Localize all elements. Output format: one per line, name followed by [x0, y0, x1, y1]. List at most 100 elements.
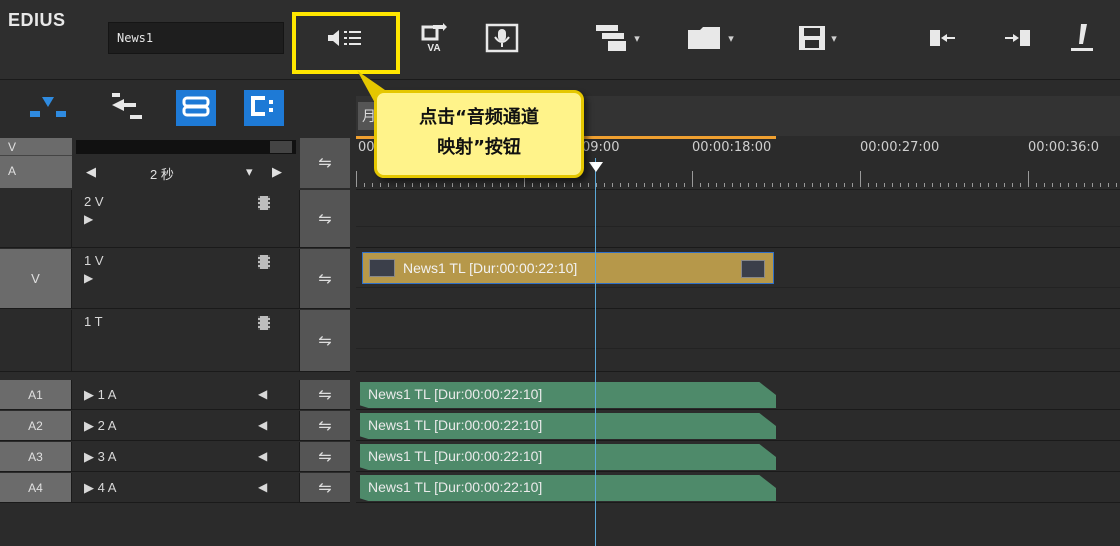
channel-cell[interactable]: A1 [0, 380, 72, 409]
track-swap-button[interactable]: ⇋ [300, 442, 350, 471]
sequence-name-field[interactable]: News1 [108, 22, 284, 54]
va-swap-button[interactable]: ⇋ [300, 138, 350, 188]
zoom-prev-button[interactable]: ◀ [86, 164, 96, 180]
channel-cell[interactable]: V [0, 249, 72, 308]
ruler-tick [596, 183, 597, 187]
ruler-tick [404, 183, 405, 187]
playhead-marker-icon[interactable] [589, 162, 603, 172]
speaker-icon[interactable]: ◀ [258, 480, 267, 494]
expand-arrow-icon[interactable]: ▶ [84, 418, 94, 433]
timeline-scroll-bar[interactable] [76, 140, 296, 154]
track-header-3a[interactable]: A3 ▶ 3 A ◀ ⇋ [0, 442, 350, 472]
swap-icon: ⇋ [318, 270, 332, 288]
ruler-tick [1044, 183, 1045, 187]
lane-divider [356, 226, 1120, 227]
track-name: 2 V [84, 194, 104, 209]
zoom-value[interactable]: 2 秒 [150, 164, 174, 183]
track-header-4a[interactable]: A4 ▶ 4 A ◀ ⇋ [0, 473, 350, 503]
ripple-button[interactable] [108, 90, 148, 126]
ruler-tick [932, 183, 933, 187]
video-clip[interactable]: News1 TL [Dur:00:00:22:10] [362, 252, 774, 284]
timecode-label: 00:00:36:0 [1028, 140, 1100, 155]
track-header-1v[interactable]: V 1 V ▶ ⇋ [0, 249, 350, 309]
audio-clip[interactable]: News1 TL [Dur:00:00:22:10] [360, 444, 776, 470]
mark-out-button[interactable] [996, 18, 1040, 58]
ruler-tick [1100, 183, 1101, 187]
track-label: 2 A [97, 418, 117, 433]
clip-menu-button[interactable]: ▾ [580, 18, 654, 58]
channel-cell[interactable]: A3 [0, 442, 72, 471]
link-icon [181, 95, 211, 122]
ruler-tick [628, 183, 629, 187]
video-track-icon[interactable] [258, 255, 270, 269]
lane-divider [356, 287, 1120, 288]
speaker-icon[interactable]: ◀ [258, 449, 267, 463]
voiceover-button[interactable] [480, 18, 524, 58]
folder-icon [686, 24, 724, 52]
track-header-1a[interactable]: A1 ▶ 1 A ◀ ⇋ [0, 380, 350, 410]
ruler-tick [508, 183, 509, 187]
audio-clip[interactable]: News1 TL [Dur:00:00:22:10] [360, 475, 776, 501]
track-name: ▶ 2 A [84, 418, 116, 434]
v-channel-label: V [0, 138, 72, 156]
timeline-scroll-thumb[interactable] [270, 141, 292, 153]
audio-clip[interactable]: News1 TL [Dur:00:00:22:10] [360, 413, 776, 439]
track-mode-button[interactable] [28, 90, 68, 126]
title-track-icon[interactable] [258, 316, 270, 330]
expand-arrow-icon[interactable]: ▶ [84, 271, 93, 285]
zoom-next-button[interactable]: ▶ [272, 164, 282, 180]
playhead-line[interactable] [595, 158, 596, 546]
expand-arrow-icon[interactable]: ▶ [84, 212, 93, 226]
zoom-dropdown[interactable]: ▾ [246, 164, 253, 180]
video-track-icon[interactable] [258, 196, 270, 210]
ruler-tick [884, 183, 885, 187]
clip-thumbnail [741, 260, 765, 278]
channel-cell [0, 190, 72, 247]
track-swap-button[interactable]: ⇋ [300, 380, 350, 409]
swap-icon: ⇋ [318, 448, 332, 466]
chevron-down-icon: ▾ [728, 32, 734, 45]
track-name: ▶ 1 A [84, 387, 116, 403]
ruler-tick [500, 183, 501, 187]
track-swap-button[interactable]: ⇋ [300, 310, 350, 371]
ruler-tick [964, 183, 965, 187]
save-menu-button[interactable]: ▾ [782, 18, 852, 58]
track-swap-button[interactable]: ⇋ [300, 249, 350, 308]
ruler-tick [1004, 183, 1005, 187]
track-header-2a[interactable]: A2 ▶ 2 A ◀ ⇋ [0, 411, 350, 441]
chevron-down-icon: ▾ [634, 32, 640, 45]
link-button[interactable] [176, 90, 216, 126]
track-header-1t[interactable]: 1 T ⇋ [0, 310, 350, 372]
marker-button[interactable] [1062, 18, 1102, 58]
channel-cell[interactable]: A4 [0, 473, 72, 502]
channel-cell[interactable]: A2 [0, 411, 72, 440]
track-swap-button[interactable]: ⇋ [300, 473, 350, 502]
track-swap-button[interactable]: ⇋ [300, 411, 350, 440]
mark-in-button[interactable] [920, 18, 964, 58]
timecode-label: 00:00:27:00 [860, 140, 940, 155]
expand-arrow-icon[interactable]: ▶ [84, 449, 94, 464]
swap-icon: ⇋ [318, 417, 332, 435]
lane-1t[interactable] [356, 310, 1120, 372]
expand-arrow-icon[interactable]: ▶ [84, 387, 94, 402]
lane-2v[interactable] [356, 190, 1120, 248]
ruler-tick [916, 183, 917, 187]
track-swap-button[interactable]: ⇋ [300, 190, 350, 247]
expand-arrow-icon[interactable]: ▶ [84, 480, 94, 495]
ruler-tick [796, 183, 797, 187]
ruler-tick [1116, 183, 1117, 187]
ruler-tick [900, 183, 901, 187]
speaker-icon[interactable]: ◀ [258, 418, 267, 432]
sync-lock-button[interactable] [244, 90, 284, 126]
track-info: ▶ 4 A ◀ [72, 473, 300, 502]
ruler-tick [764, 183, 765, 187]
ruler-tick [620, 183, 621, 187]
track-header-2v[interactable]: 2 V ▶ ⇋ [0, 190, 350, 248]
export-va-button[interactable]: VA [414, 18, 454, 58]
audio-clip[interactable]: News1 TL [Dur:00:00:22:10] [360, 382, 776, 408]
ruler-tick [668, 183, 669, 187]
folder-menu-button[interactable]: ▾ [672, 18, 748, 58]
ruler-tick [372, 183, 373, 187]
speaker-icon[interactable]: ◀ [258, 387, 267, 401]
track-name: 1 V [84, 253, 104, 268]
